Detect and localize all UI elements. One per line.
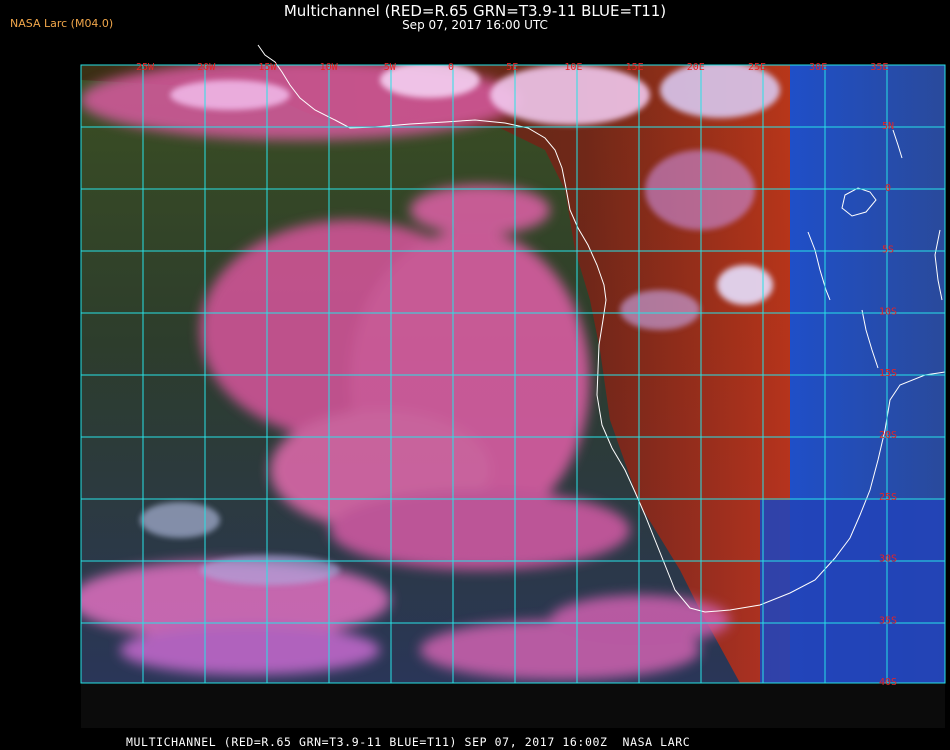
longitude-label: 20E [687,62,705,73]
longitude-label: 10W [320,62,339,73]
latitude-label: 40S [879,677,897,688]
longitude-label: 15E [626,62,644,73]
latitude-label: 25S [879,492,897,503]
latitude-label: 10S [879,306,897,317]
latitude-label: 0 [885,183,891,194]
latitude-label: 30S [879,554,897,565]
longitude-label: 0 [448,62,454,73]
longitude-label: 5W [384,62,397,73]
footer-caption: MULTICHANNEL (RED=R.65 GRN=T3.9-11 BLUE=… [126,735,691,749]
longitude-label: 30E [809,62,827,73]
longitude-label: 25W [136,62,155,73]
latitude-label: 5S [882,245,894,256]
latitude-label: 20S [879,430,897,441]
map-bottom-band [81,683,945,728]
longitude-label: 5E [506,62,518,73]
longitude-label: 20W [197,62,216,73]
satellite-map: 25W 20W 15W 10W 5W 0 5E 10E 15E 20E 25E 30E 35E 5N 0 5… [80,44,946,728]
imagery-layer [81,65,945,683]
latitude-label: 35S [879,615,897,626]
longitude-label: 25E [748,62,766,73]
longitude-label: 35E [870,62,888,73]
longitude-label: 10E [564,62,582,73]
latitude-label: 15S [879,368,897,379]
latitude-label: 5N [882,121,894,132]
longitude-label: 15W [258,62,277,73]
